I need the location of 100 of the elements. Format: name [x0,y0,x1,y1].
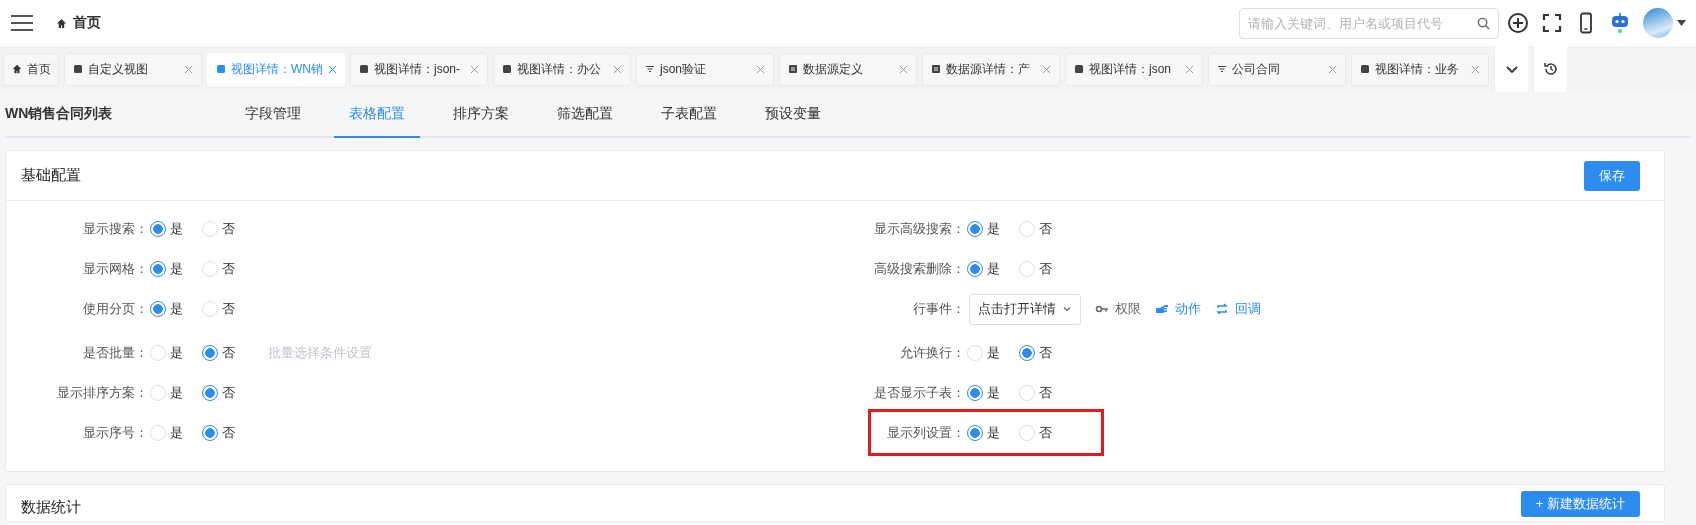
radio-button[interactable] [150,261,166,277]
card-title: 基础配置 [21,166,81,185]
close-icon [470,64,479,74]
close-icon [1471,64,1480,74]
sub-tab[interactable]: 子表配置 [646,92,732,138]
radio-option[interactable]: 是 [150,260,202,278]
tab[interactable]: json验证 [636,52,774,86]
radio-label: 否 [222,344,235,362]
radio-option[interactable]: 是 [967,384,1019,402]
menu-icon[interactable] [10,14,34,32]
field-label: 显示序号： [82,424,149,442]
close-icon [613,64,622,74]
action-link[interactable]: 回调 [1215,300,1261,318]
radio-option[interactable]: 是 [150,220,202,238]
card-title: 数据统计 [21,498,81,517]
search-field[interactable]: 请输入关键词、用户名或项目代号 [1239,7,1499,39]
radio-option[interactable]: 否 [1019,384,1071,402]
breadcrumb[interactable]: 首页 [73,14,101,32]
close-icon [1185,64,1194,74]
sub-tab[interactable]: 排序方案 [438,92,524,138]
radio-button[interactable] [202,425,218,441]
radio-button[interactable] [967,221,983,237]
sub-tab[interactable]: 筛选配置 [542,92,628,138]
history-icon [1542,61,1559,77]
radio-option[interactable]: 是 [150,344,202,362]
field-label: 显示网格： [82,260,149,278]
radio-button[interactable] [150,221,166,237]
radio-button[interactable] [202,385,218,401]
radio-option[interactable]: 否 [202,344,254,362]
radio-option[interactable]: 是 [150,424,202,442]
close-icon [1328,64,1337,74]
radio-label: 是 [170,260,183,278]
radio-option[interactable]: 是 [150,300,202,318]
tab[interactable]: 视图详情：业务 [1351,52,1489,86]
dropdown[interactable]: 点击打开详情 [969,293,1081,325]
radio-option[interactable]: 否 [1019,424,1071,442]
filter-icon [1217,64,1227,74]
tab[interactable]: 首页 [3,52,59,86]
tab[interactable]: 视图详情：json [1065,52,1203,86]
tab[interactable]: 数据源详情：产 [922,52,1060,86]
field-label: 显示高级搜索： [873,220,966,238]
radio-option[interactable]: 否 [202,384,254,402]
radio-label: 是 [987,344,1000,362]
add-circle-icon[interactable] [1507,12,1529,34]
field-label: 是否显示子表： [873,384,966,402]
tab[interactable]: 自定义视图 [64,52,202,86]
radio-option[interactable]: 否 [202,300,254,318]
close-icon [756,64,765,74]
history-button[interactable] [1533,46,1567,92]
radio-option[interactable]: 否 [1019,220,1071,238]
radio-label: 否 [1039,384,1052,402]
radio-button[interactable] [967,425,983,441]
robot-icon[interactable] [1609,12,1631,34]
radio-option[interactable]: 否 [202,220,254,238]
radio-label: 否 [1039,424,1052,442]
radio-option[interactable]: 是 [150,384,202,402]
radio-label: 否 [1039,260,1052,278]
radio-label: 否 [222,220,235,238]
field-label: 使用分页： [82,300,149,318]
radio-option[interactable]: 是 [967,220,1019,238]
pointing-hand-icon [1155,302,1169,316]
radio-label: 是 [170,344,183,362]
fullscreen-icon[interactable] [1541,12,1563,34]
square-icon [359,64,369,74]
radio-label: 否 [222,260,235,278]
tab[interactable]: 视图详情：办公 [493,52,631,86]
sub-tab[interactable]: 字段管理 [230,92,316,138]
close-icon [1042,64,1051,74]
radio-option[interactable]: 否 [202,260,254,278]
radio-option[interactable]: 否 [1019,344,1071,362]
field-label: 显示列设置： [886,424,966,442]
chevron-down-icon [1062,304,1072,314]
radio-option[interactable]: 否 [202,424,254,442]
search-icon[interactable] [1477,16,1490,30]
caret-icon[interactable] [1677,20,1686,26]
field-label: 允许换行： [899,344,966,362]
tab[interactable]: 视图详情：json- [350,52,488,86]
home-icon [56,17,67,29]
radio-label: 是 [170,300,183,318]
tab[interactable]: 公司合同 [1208,52,1346,86]
document-icon [788,64,798,74]
radio-button[interactable] [967,261,983,277]
radio-button[interactable] [150,301,166,317]
square-icon [216,64,226,74]
radio-option[interactable]: 是 [967,260,1019,278]
radio-button[interactable] [967,385,983,401]
radio-option[interactable]: 是 [967,424,1019,442]
tab[interactable]: 数据源定义 [779,52,917,86]
radio-option[interactable]: 否 [1019,260,1071,278]
radio-label: 是 [170,220,183,238]
radio-option[interactable]: 是 [967,344,1019,362]
radio-label: 是 [170,384,183,402]
radio-button[interactable] [202,345,218,361]
action-link[interactable]: 动作 [1155,300,1201,318]
close-icon [328,64,337,74]
field-label: 显示排序方案： [56,384,149,402]
sub-tab[interactable]: 预设变量 [750,92,836,138]
tab[interactable]: 视图详情：WN销 [207,52,345,86]
document-icon [931,64,941,74]
radio-button[interactable] [1019,345,1035,361]
